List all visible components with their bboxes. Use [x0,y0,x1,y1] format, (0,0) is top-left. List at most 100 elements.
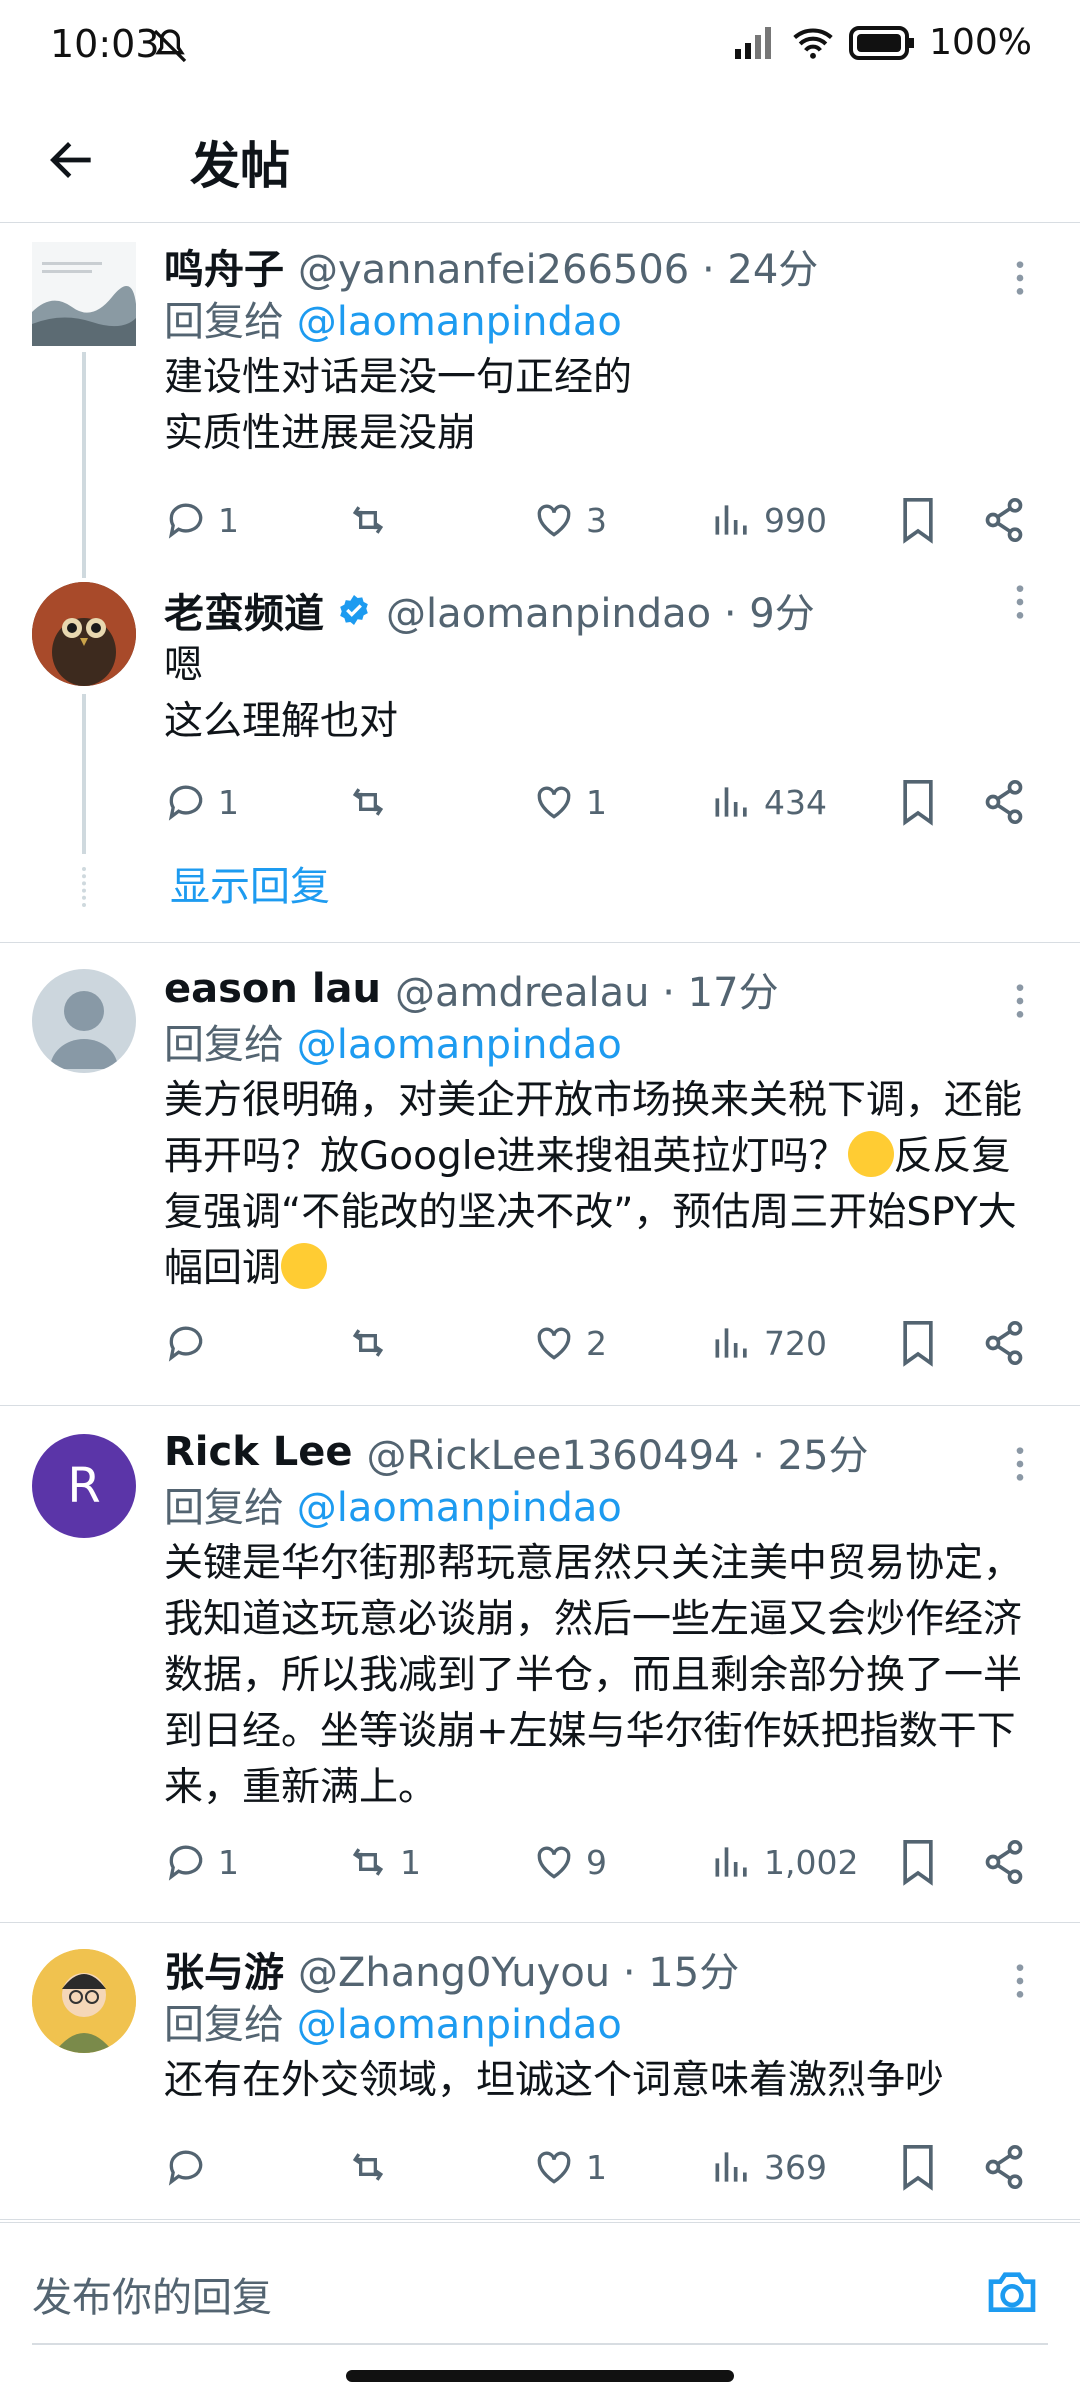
reply-list: 鸣舟子 @yannanfei266506 · 24分 回复给 @laomanpi… [0,222,1080,2220]
more-options-icon[interactable] [1000,981,1040,1021]
reply-to: 回复给 @laomanpindao [164,294,1046,350]
author-name[interactable]: 老蛮频道 [164,581,324,639]
like-button[interactable]: 1 [532,772,607,832]
like-button[interactable]: 2 [532,1313,607,1373]
like-button[interactable]: 1 [532,2137,607,2197]
mute-icon [153,29,187,63]
heart-icon [537,504,571,537]
bookmark-icon[interactable] [896,1313,940,1373]
bookmark-icon[interactable] [896,772,940,832]
views-button[interactable]: 369 [710,2137,827,2197]
share-icon[interactable] [982,2137,1026,2197]
retweet-button[interactable] [346,772,400,832]
bookmark-icon[interactable] [896,2137,940,2197]
view-count: 434 [764,782,827,822]
heart-icon [537,1327,571,1360]
thread-dots [82,867,86,907]
retweet-button[interactable] [346,2137,400,2197]
avatar[interactable]: R [32,1434,136,1538]
views-button[interactable]: 1,002 [710,1832,858,1892]
author-handle: @yannanfei266506 · 24分 [298,247,819,293]
action-bar: 1 369 [164,2137,1044,2197]
author-name[interactable]: 鸣舟子 [164,237,284,295]
more-options-icon[interactable] [1000,1444,1040,1484]
tweet[interactable]: 张与游 @Zhang0Yuyou · 15分 回复给 @laomanpindao… [0,1923,1080,2220]
avatar[interactable] [32,969,136,1073]
share-icon[interactable] [982,490,1026,550]
author-handle: @laomanpindao · 9分 [386,591,815,637]
heart-icon [537,1846,571,1879]
tweet[interactable]: 老蛮频道 @laomanpindao · 9分 嗯 这么理解也对 1 1 434 [0,582,1080,862]
share-icon[interactable] [982,1313,1026,1373]
battery-percent: 100% [929,22,1032,63]
author-name[interactable]: eason lau [164,966,381,1012]
like-count: 9 [586,1842,607,1882]
views-button[interactable]: 434 [710,772,827,832]
reply-count: 1 [218,782,239,822]
reply-to-prefix: 回复给 [164,1022,284,1068]
share-icon[interactable] [982,772,1026,832]
author-handle: @Zhang0Yuyou · 15分 [298,1950,740,1996]
bookmark-icon[interactable] [896,490,940,550]
retweet-button[interactable] [346,490,400,550]
reply-button[interactable] [164,1313,218,1373]
reply-button[interactable]: 1 [164,772,239,832]
show-replies-link[interactable]: 显示回复 [170,854,330,912]
retweet-icon [352,1329,384,1357]
reply-to: 回复给 @laomanpindao [164,1017,1046,1073]
more-options-icon[interactable] [1000,258,1040,298]
like-button[interactable]: 9 [532,1832,607,1892]
author-name[interactable]: Rick Lee [164,1429,353,1475]
retweet-count: 1 [400,1842,421,1882]
avatar[interactable] [32,242,136,346]
camera-icon[interactable] [984,2263,1040,2319]
share-icon[interactable] [982,1832,1026,1892]
like-count: 3 [586,500,607,540]
reply-button[interactable]: 1 [164,1832,239,1892]
reply-to: 回复给 @laomanpindao [164,1480,1046,1536]
views-chart-icon [715,1328,747,1358]
author-handle: @RickLee1360494 · 25分 [366,1433,869,1479]
reply-to-prefix: 回复给 [164,2002,284,2048]
like-button[interactable]: 3 [532,490,607,550]
cartoon-scholar-avatar-icon [32,1949,136,2053]
tweet[interactable]: R Rick Lee @RickLee1360494 · 25分 回复给 @la… [0,1406,1080,1923]
reply-to-user[interactable]: @laomanpindao [297,1022,622,1068]
author-handle: @amdrealau · 17分 [395,970,779,1016]
more-options-icon[interactable] [1000,1961,1040,2001]
tweet[interactable]: 鸣舟子 @yannanfei266506 · 24分 回复给 @laomanpi… [0,222,1080,572]
default-avatar-icon [50,991,118,1069]
status-bar: 10:03 100% [0,0,1080,96]
reply-to-prefix: 回复给 [164,1485,284,1531]
like-count: 1 [586,782,607,822]
avatar[interactable] [32,1949,136,2053]
reply-count: 1 [218,1842,239,1882]
view-count: 1,002 [764,1842,859,1882]
reply-button[interactable] [164,2137,218,2197]
retweet-button[interactable] [346,1313,400,1373]
views-button[interactable]: 720 [710,1313,827,1373]
avatar[interactable] [32,582,136,686]
reply-to-user[interactable]: @laomanpindao [297,1485,622,1531]
signal-icon [735,26,772,59]
tweet[interactable]: eason lau @amdrealau · 17分 回复给 @laomanpi… [0,943,1080,1406]
author-name[interactable]: 张与游 [164,1940,284,1998]
like-count: 1 [586,2147,607,2187]
reply-to-user[interactable]: @laomanpindao [297,299,622,345]
retweet-icon [352,506,384,534]
reply-count: 1 [218,500,239,540]
views-chart-icon [715,1847,747,1877]
views-button[interactable]: 990 [710,490,827,550]
reply-input[interactable]: 发布你的回复 [32,2265,272,2323]
home-indicator[interactable] [346,2370,734,2382]
back-arrow-icon[interactable] [44,132,100,188]
reply-composer: 发布你的回复 [0,2222,1080,2353]
reply-to: 回复给 @laomanpindao [164,1997,1046,2053]
wifi-icon [793,27,833,59]
view-count: 990 [764,500,827,540]
reply-button[interactable]: 1 [164,490,239,550]
retweet-button[interactable]: 1 [346,1832,421,1892]
more-options-icon[interactable] [1000,582,1040,622]
reply-to-user[interactable]: @laomanpindao [297,2002,622,2048]
bookmark-icon[interactable] [896,1832,940,1892]
